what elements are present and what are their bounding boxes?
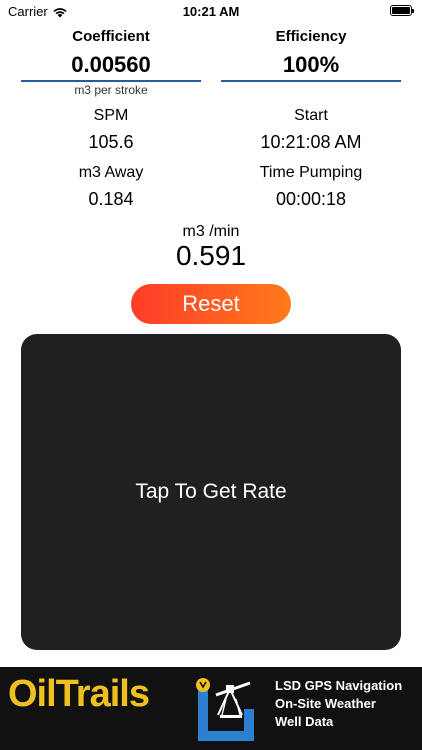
pumping-value: 00:00:18 — [275, 189, 347, 209]
coefficient-section: Coefficient 0.00560 m3 per stroke — [21, 0, 201, 100]
pump-jack-logo-icon — [196, 678, 254, 741]
away-value: 0.184 — [88, 189, 134, 209]
efficiency-underline — [221, 80, 401, 82]
efficiency-section: Efficiency 100% — [221, 0, 401, 100]
coefficient-underline — [21, 80, 201, 82]
ad-banner[interactable]: OilTrails LSD GPS Navigation On-Site Wea… — [0, 667, 422, 750]
start-value: 10:21:08 AM — [260, 132, 362, 152]
tap-rate-button[interactable]: Tap To Get Rate — [21, 334, 401, 650]
banner-line-1: LSD GPS Navigation — [275, 678, 403, 693]
away-label: m3 Away — [78, 164, 144, 181]
start-label: Start — [294, 107, 328, 124]
efficiency-label: Efficiency — [275, 28, 347, 45]
coefficient-label: Coefficient — [72, 28, 150, 45]
banner-line-2: On-Site Weather — [275, 696, 376, 711]
banner-line-3: Well Data — [275, 714, 334, 729]
spm-value: 105.6 — [88, 132, 134, 152]
banner-lines: LSD GPS Navigation On-Site Weather Well … — [275, 677, 402, 731]
spm-label: SPM — [93, 107, 129, 124]
rate-label: m3 /min — [182, 223, 240, 240]
banner-brand: OilTrails — [8, 673, 150, 715]
reset-button[interactable]: Reset — [131, 284, 291, 324]
rate-value: 0.591 — [175, 240, 247, 271]
efficiency-field[interactable]: 100% — [221, 52, 401, 78]
coefficient-field[interactable]: 0.00560 — [21, 52, 201, 78]
pumping-label: Time Pumping — [259, 164, 363, 181]
coefficient-unit: m3 per stroke — [74, 83, 148, 97]
tap-rate-label: Tap To Get Rate — [135, 480, 287, 503]
